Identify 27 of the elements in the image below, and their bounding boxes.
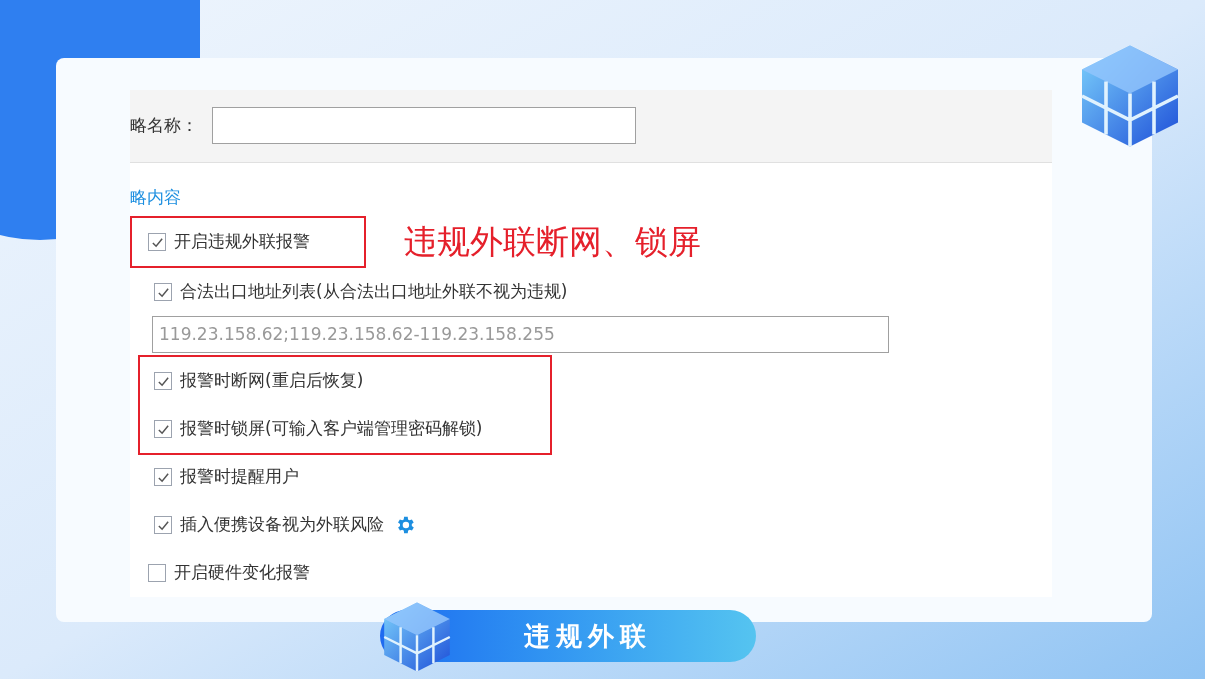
checkmark-icon bbox=[156, 422, 170, 436]
option-label: 合法出口地址列表(从合法出口地址外联不视为违规) bbox=[180, 280, 568, 304]
checkbox[interactable] bbox=[148, 233, 166, 251]
option-label: 插入便携设备视为外联风险 bbox=[180, 513, 384, 537]
option-label: 开启硬件变化报警 bbox=[174, 561, 310, 585]
section-title: 略内容 bbox=[130, 186, 181, 207]
banner-title: 违规外联 bbox=[524, 619, 652, 653]
checkmark-icon bbox=[156, 518, 170, 532]
input-field[interactable] bbox=[212, 107, 636, 145]
address-field[interactable]: 119.23.158.62;119.23.158.62-119.23.158.255 bbox=[152, 316, 889, 353]
checkmark-icon bbox=[156, 470, 170, 484]
checkbox[interactable] bbox=[154, 283, 172, 301]
field-value: 119.23.158.62;119.23.158.62-119.23.158.255 bbox=[159, 322, 555, 346]
checkbox[interactable] bbox=[154, 468, 172, 486]
annotation: 违规外联断网、锁屏 bbox=[404, 221, 701, 264]
option-label: 报警时提醒用户 bbox=[180, 465, 299, 489]
checkbox[interactable] bbox=[154, 420, 172, 438]
option-label: 开启违规外联报警 bbox=[174, 230, 310, 254]
checkmark-icon bbox=[156, 374, 170, 388]
option-label: 报警时断网(重启后恢复) bbox=[180, 369, 364, 393]
checkbox[interactable] bbox=[154, 516, 172, 534]
checkmark-icon bbox=[150, 235, 164, 249]
checkmark-icon bbox=[156, 285, 170, 299]
field-label: 略名称： bbox=[130, 114, 198, 137]
checkbox[interactable] bbox=[154, 372, 172, 390]
checkbox[interactable] bbox=[148, 564, 166, 582]
option-label: 报警时锁屏(可输入客户端管理密码解锁) bbox=[180, 417, 483, 441]
